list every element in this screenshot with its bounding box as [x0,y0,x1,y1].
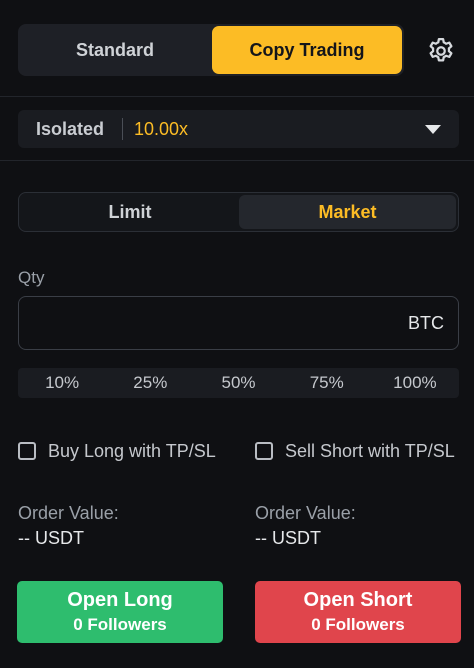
open-long-button[interactable]: Open Long 0 Followers [17,581,223,643]
buy-long-tpsl-label: Buy Long with TP/SL [48,440,216,461]
gear-icon[interactable] [424,34,458,68]
percentage-selector: 10% 25% 50% 75% 100% [18,368,459,398]
order-value-label-short: Order Value: [255,503,356,523]
divider [0,96,474,97]
sell-short-tpsl-checkbox[interactable]: Sell Short with TP/SL [255,440,455,462]
buy-long-tpsl-checkbox[interactable]: Buy Long with TP/SL [18,440,216,462]
order-value-long: -- USDT [18,528,84,548]
open-short-label: Open Short [303,589,413,611]
margin-leverage-selector[interactable]: Isolated 10.00x [18,110,459,148]
qty-label: Qty [18,268,45,287]
pct-10-button[interactable]: 10% [18,368,106,398]
pct-100-button[interactable]: 100% [371,368,459,398]
checkbox-box[interactable] [18,442,36,460]
tab-copy-trading[interactable]: Copy Trading [212,26,402,74]
qty-input[interactable] [19,297,399,349]
pct-25-button[interactable]: 25% [106,368,194,398]
margin-mode-label: Isolated [36,119,105,139]
tab-market[interactable]: Market [239,195,456,229]
open-long-followers: 0 Followers [73,615,167,634]
open-long-label: Open Long [67,589,173,611]
order-type-switch: Limit Market [18,192,459,232]
caret-down-icon[interactable] [425,125,441,134]
leverage-value: 10.00x [134,119,189,139]
pct-75-button[interactable]: 75% [283,368,371,398]
trading-mode-switch: Standard Copy Trading [18,24,404,76]
order-value-short: -- USDT [255,528,321,548]
pct-50-button[interactable]: 50% [194,368,282,398]
separator [122,118,123,140]
checkbox-box[interactable] [255,442,273,460]
sell-short-tpsl-label: Sell Short with TP/SL [285,440,455,461]
divider [0,160,474,161]
qty-field[interactable]: BTC [18,296,459,350]
open-short-button[interactable]: Open Short 0 Followers [255,581,461,643]
order-value-label-long: Order Value: [18,503,119,523]
tab-standard[interactable]: Standard [20,26,210,74]
tab-limit[interactable]: Limit [21,195,239,229]
open-short-followers: 0 Followers [311,615,405,634]
qty-unit: BTC [408,313,444,333]
